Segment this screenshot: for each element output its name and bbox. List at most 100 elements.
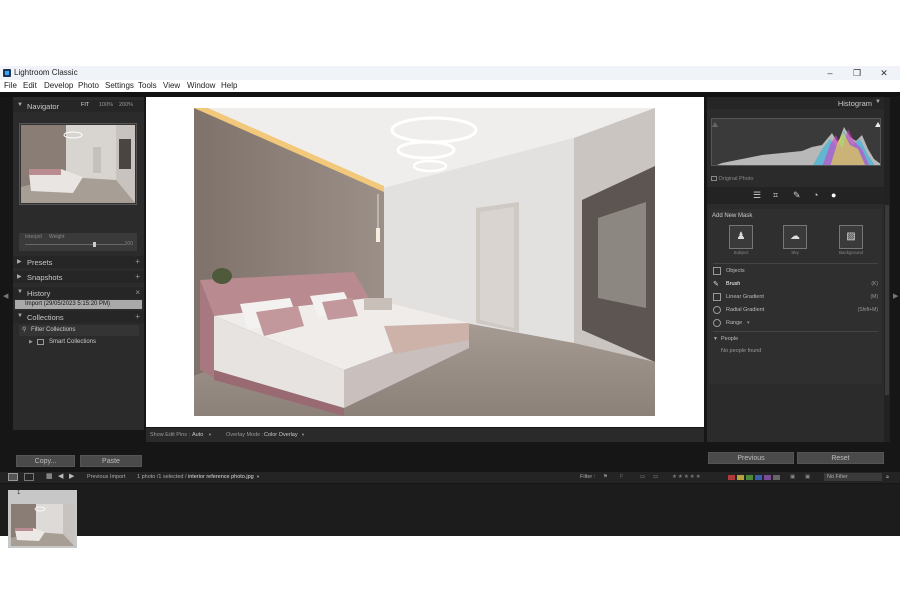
add-collection-icon[interactable]: +: [135, 312, 140, 321]
right-panel: Histogram ▼ Original Photo ☰ ⌗ ✎ ◔ ● Add…: [707, 97, 884, 442]
navigator-preview[interactable]: [19, 123, 137, 205]
masking-icon[interactable]: ●: [831, 190, 836, 200]
add-preset-icon[interactable]: +: [135, 257, 140, 266]
menu-edit[interactable]: Edit: [23, 81, 37, 90]
unedited-filter-icon[interactable]: ▭: [653, 474, 658, 480]
navigator-title: Navigator: [27, 102, 60, 111]
color-label-other[interactable]: [773, 475, 780, 480]
filter-collections-row[interactable]: ⚲ Filter Collections: [19, 325, 139, 336]
collapse-triangle-icon: ▼: [875, 99, 881, 105]
range-icon: [713, 319, 721, 327]
navigator-thumbnail: [21, 125, 135, 203]
previous-button[interactable]: Previous: [708, 452, 794, 464]
edit-sliders-icon[interactable]: ☰: [753, 190, 761, 201]
red-eye-icon[interactable]: ◔: [813, 190, 818, 200]
maximize-button[interactable]: ❐: [847, 67, 867, 79]
zoom-fit[interactable]: FIT: [81, 102, 89, 108]
color-label-green[interactable]: [746, 475, 753, 480]
mask-tool-radial-gradient[interactable]: Radial Gradient (Shift+M): [713, 306, 878, 316]
thumbnail-photo: [11, 504, 74, 546]
add-snapshot-icon[interactable]: +: [135, 272, 140, 281]
second-window-icon[interactable]: [24, 473, 34, 481]
right-panel-scrollbar[interactable]: [884, 97, 890, 442]
slider-label-1: Interpol: [25, 234, 42, 240]
flag-filter-icon[interactable]: ⚑: [603, 474, 608, 480]
unflag-filter-icon[interactable]: ⚐: [619, 474, 624, 480]
presets-header[interactable]: ▶ Presets +: [13, 256, 144, 268]
edited-filter-icon[interactable]: ▭: [640, 474, 645, 480]
menu-file[interactable]: File: [4, 81, 17, 90]
reset-button[interactable]: Reset: [797, 452, 884, 464]
navigator-slider-track[interactable]: [25, 244, 125, 245]
history-header[interactable]: ▼ History ×: [13, 287, 144, 299]
right-panel-toggle-icon[interactable]: ▶: [893, 292, 898, 300]
overlay-mode-dropdown[interactable]: Color Overlay: [264, 432, 298, 438]
navigator-header[interactable]: ▼ Navigator FIT 100% 200%: [13, 100, 144, 112]
brush-icon: ✎: [713, 281, 719, 288]
image-canvas: [146, 97, 704, 427]
histogram-header[interactable]: Histogram ▼: [707, 97, 884, 109]
scrollbar-thumb[interactable]: [885, 205, 889, 395]
checkbox-icon[interactable]: [711, 176, 717, 182]
menu-help[interactable]: Help: [221, 81, 237, 90]
color-label-red[interactable]: [728, 475, 735, 480]
forward-arrow-icon[interactable]: ▶: [69, 472, 74, 480]
people-header[interactable]: ▼ People: [713, 335, 878, 345]
navigator-slider-handle[interactable]: [93, 242, 96, 247]
menu-window[interactable]: Window: [187, 81, 215, 90]
lock-icon[interactable]: 🔒︎: [886, 474, 889, 481]
color-label-yellow[interactable]: [737, 475, 744, 480]
show-edit-pins-label: Show Edit Pins :: [150, 432, 191, 438]
zoom-200[interactable]: 200%: [119, 102, 133, 108]
master-filter-icon[interactable]: ▣: [805, 474, 810, 480]
people-empty-label: No people found: [721, 348, 762, 354]
snapshots-title: Snapshots: [27, 273, 63, 282]
history-item-label: Import (29/05/2023 5:15:20 PM): [25, 301, 111, 307]
right-bottom-buttons: Previous Reset: [707, 452, 884, 465]
histogram[interactable]: [711, 118, 881, 166]
mask-sky-button[interactable]: ☁: [783, 225, 807, 249]
smart-collections-row[interactable]: ▶ Smart Collections: [19, 337, 139, 348]
filmstrip-filename[interactable]: interior reference photo.jpg: [188, 474, 254, 480]
mask-tool-range[interactable]: Range ▾: [713, 319, 878, 329]
close-button[interactable]: ✕: [874, 67, 894, 79]
crop-icon[interactable]: ⌗: [773, 190, 778, 201]
menu-photo[interactable]: Photo: [78, 81, 99, 90]
menu-tools[interactable]: Tools: [138, 81, 157, 90]
title-bar: Lightroom Classic – ❐ ✕: [0, 66, 900, 80]
snapshots-header[interactable]: ▶ Snapshots +: [13, 271, 144, 283]
collections-header[interactable]: ▼ Collections +: [13, 311, 144, 323]
menu-view[interactable]: View: [163, 81, 180, 90]
expand-triangle-icon: ▶: [29, 339, 33, 345]
show-edit-pins-dropdown[interactable]: Auto: [192, 432, 203, 438]
mask-tool-linear-gradient[interactable]: Linear Gradient (M): [713, 293, 878, 303]
minimize-button[interactable]: –: [820, 67, 840, 79]
clear-history-icon[interactable]: ×: [135, 288, 140, 297]
healing-icon[interactable]: ✎: [793, 190, 801, 201]
mask-tool-objects[interactable]: Objects: [713, 267, 878, 277]
chevron-down-icon: ▼: [208, 432, 212, 437]
history-item-selected[interactable]: Import (29/05/2023 5:15:20 PM): [15, 300, 142, 309]
mask-tool-brush[interactable]: ✎ Brush (K): [713, 280, 878, 290]
back-arrow-icon[interactable]: ◀: [58, 472, 63, 480]
main-photo[interactable]: [194, 108, 655, 416]
star-rating-filter[interactable]: ★★★★★: [672, 474, 702, 480]
paste-button[interactable]: Paste: [80, 455, 142, 467]
copy-button[interactable]: Copy...: [16, 455, 75, 467]
color-label-blue[interactable]: [755, 475, 762, 480]
color-label-purple[interactable]: [764, 475, 771, 480]
filter-preset-dropdown[interactable]: No Filter: [824, 473, 882, 481]
virtual-copy-filter-icon[interactable]: ▣: [790, 474, 795, 480]
filmstrip-thumbnail[interactable]: 1: [8, 490, 77, 548]
folder-icon: [37, 339, 44, 345]
mask-subject-button[interactable]: ♟: [729, 225, 753, 249]
menu-develop[interactable]: Develop: [44, 81, 73, 90]
mask-background-button[interactable]: ▨: [839, 225, 863, 249]
zoom-100[interactable]: 100%: [99, 102, 113, 108]
histogram-graph: [712, 122, 880, 165]
filmstrip-source[interactable]: Previous Import: [87, 474, 126, 480]
grid-view-icon[interactable]: ▦: [46, 472, 53, 480]
left-panel-toggle-icon[interactable]: ◀: [3, 292, 8, 300]
main-window-icon[interactable]: [8, 473, 18, 481]
menu-settings[interactable]: Settings: [105, 81, 134, 90]
